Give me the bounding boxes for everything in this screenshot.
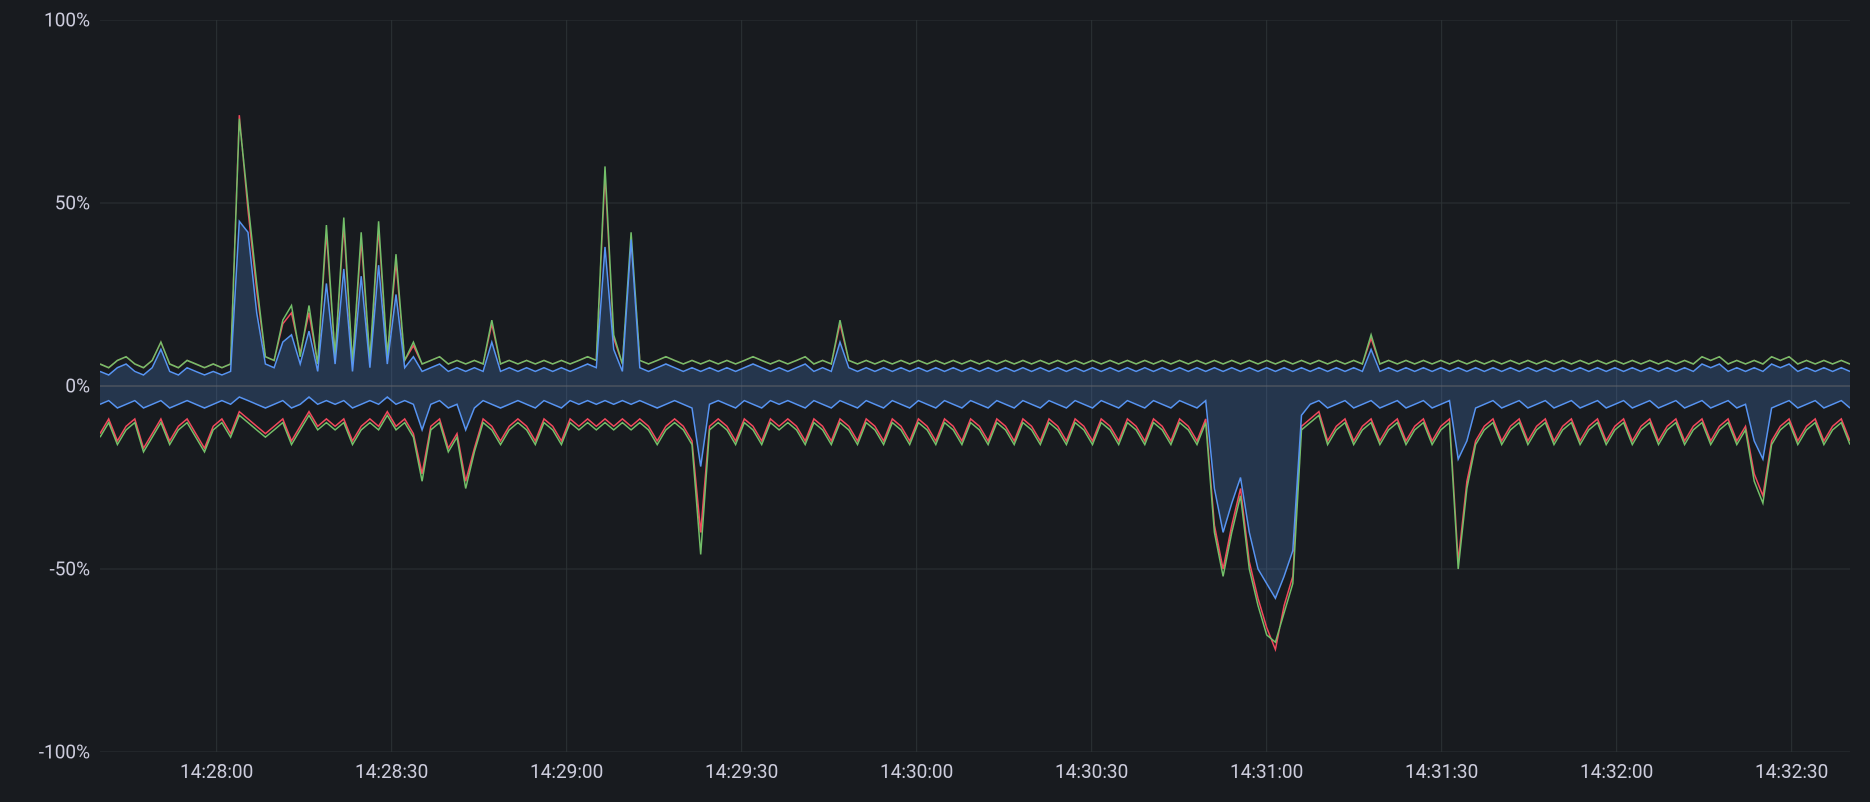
x-tick-label: 14:28:00 bbox=[180, 760, 253, 783]
y-tick-label: -50% bbox=[49, 558, 90, 581]
y-tick-label: 0% bbox=[65, 375, 90, 398]
x-tick-label: 14:31:00 bbox=[1230, 760, 1303, 783]
x-tick-label: 14:28:30 bbox=[355, 760, 428, 783]
y-tick-label: 50% bbox=[55, 192, 90, 215]
x-tick-label: 14:31:30 bbox=[1405, 760, 1478, 783]
x-tick-label: 14:30:00 bbox=[880, 760, 953, 783]
y-tick-label: -100% bbox=[39, 741, 90, 764]
plot-area[interactable] bbox=[100, 20, 1850, 752]
x-tick-label: 14:29:00 bbox=[530, 760, 603, 783]
x-tick-label: 14:29:30 bbox=[705, 760, 778, 783]
x-axis: 14:28:00 14:28:30 14:29:00 14:29:30 14:30:00… bbox=[100, 752, 1850, 802]
y-axis: -100% -50% 0% 50% 100% bbox=[0, 0, 100, 802]
timeseries-panel: { "chart_data": { "type": "line", "ylabe… bbox=[0, 0, 1870, 802]
x-tick-label: 14:30:30 bbox=[1055, 760, 1128, 783]
y-tick-label: 100% bbox=[44, 9, 90, 32]
chart-svg bbox=[100, 20, 1850, 752]
x-tick-label: 14:32:30 bbox=[1755, 760, 1828, 783]
x-tick-label: 14:32:00 bbox=[1580, 760, 1653, 783]
